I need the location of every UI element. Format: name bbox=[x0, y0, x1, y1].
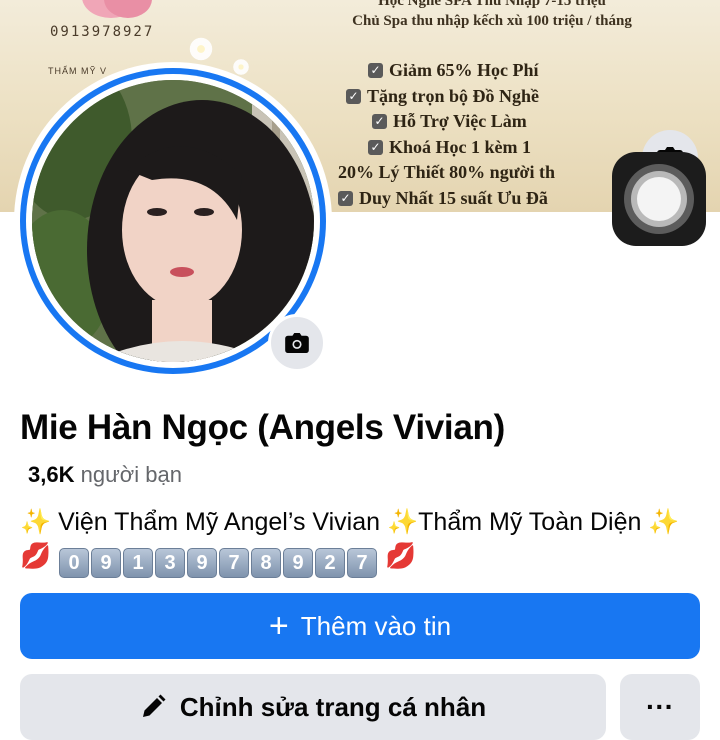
kiss-mark-icon: 💋 bbox=[20, 542, 52, 570]
assistive-touch-button[interactable] bbox=[612, 152, 706, 246]
add-to-story-label: Thêm vào tin bbox=[300, 610, 452, 641]
friends-label: người bạn bbox=[80, 462, 182, 487]
flower-decoration bbox=[232, 58, 250, 76]
benefit-item: ✓ Giảm 65% Học Phí bbox=[338, 58, 555, 84]
profile-bio: ✨ Viện Thẩm Mỹ Angel’s Vivian ✨Thẩm Mỹ T… bbox=[20, 505, 700, 578]
cover-phone: 0913978927 bbox=[50, 24, 155, 40]
checkbox-icon: ✓ bbox=[338, 191, 353, 207]
sparkles-icon: ✨ bbox=[387, 508, 419, 536]
benefit-item: ✓ Duy Nhất 15 suất Ưu Đã bbox=[338, 186, 555, 212]
sparkles-icon: ✨ bbox=[648, 508, 680, 536]
more-options-button[interactable]: ··· bbox=[620, 674, 700, 740]
bio-text: Thẩm Mỹ Toàn Diện bbox=[418, 508, 642, 536]
keycap-digit: 7 bbox=[219, 548, 250, 578]
kiss-mark-icon: 💋 bbox=[385, 542, 417, 570]
bio-phone-number[interactable]: 0913978927 bbox=[58, 542, 378, 578]
camera-icon bbox=[285, 333, 309, 353]
ellipsis-icon: ··· bbox=[646, 691, 674, 722]
friends-count[interactable]: 3,6K người bạn bbox=[28, 462, 182, 488]
benefit-item: ✓ Hỗ Trợ Việc Làm bbox=[338, 109, 555, 135]
bio-text: Viện Thẩm Mỹ Angel’s Vivian bbox=[58, 508, 381, 536]
benefit-item: ✓ Khoá Học 1 kèm 1 bbox=[338, 135, 555, 161]
assistive-touch-icon bbox=[624, 164, 694, 234]
plus-icon: + bbox=[268, 607, 289, 645]
cover-benefit-list: ✓ Giảm 65% Học Phí ✓ Tặng trọn bộ Đồ Nghề … bbox=[338, 58, 555, 212]
edit-avatar-button[interactable] bbox=[268, 314, 326, 372]
keycap-digit: 9 bbox=[91, 548, 122, 578]
cover-brand: THẨM MỸ V bbox=[48, 66, 108, 76]
checkbox-icon: ✓ bbox=[346, 88, 361, 104]
profile-name: Mie Hàn Ngọc (Angels Vivian) bbox=[20, 408, 505, 447]
profile-photo bbox=[32, 80, 314, 362]
keycap-digit: 2 bbox=[315, 548, 346, 578]
checkbox-icon: ✓ bbox=[372, 114, 387, 130]
edit-profile-button[interactable]: Chỉnh sửa trang cá nhân bbox=[20, 674, 606, 740]
cover-logo bbox=[82, 0, 152, 18]
edit-profile-label: Chỉnh sửa trang cá nhân bbox=[179, 691, 487, 722]
add-to-story-button[interactable]: + Thêm vào tin bbox=[20, 593, 700, 659]
checkbox-icon: ✓ bbox=[368, 140, 383, 156]
benefit-item: ✓ Tặng trọn bộ Đồ Nghề bbox=[338, 84, 555, 110]
keycap-digit: 9 bbox=[187, 548, 218, 578]
cover-subheadline: Chủ Spa thu nhập kếch xù 100 triệu / thá… bbox=[352, 13, 632, 29]
keycap-digit: 3 bbox=[155, 548, 186, 578]
checkbox-icon: ✓ bbox=[368, 63, 383, 79]
flower-decoration bbox=[188, 36, 214, 62]
sparkles-icon: ✨ bbox=[20, 508, 52, 536]
keycap-digit: 1 bbox=[123, 548, 154, 578]
cover-headline: Học Nghề SPA Thu Nhập 7-15 triệu bbox=[378, 0, 606, 9]
keycap-digit: 8 bbox=[251, 548, 282, 578]
keycap-digit: 0 bbox=[59, 548, 90, 578]
profile-picture[interactable] bbox=[32, 80, 314, 362]
benefit-item: 20% Lý Thiết 80% người th bbox=[338, 162, 555, 183]
friends-count-value: 3,6K bbox=[28, 462, 75, 487]
keycap-digit: 9 bbox=[283, 548, 314, 578]
pencil-icon bbox=[142, 694, 166, 717]
keycap-digit: 7 bbox=[347, 548, 378, 578]
